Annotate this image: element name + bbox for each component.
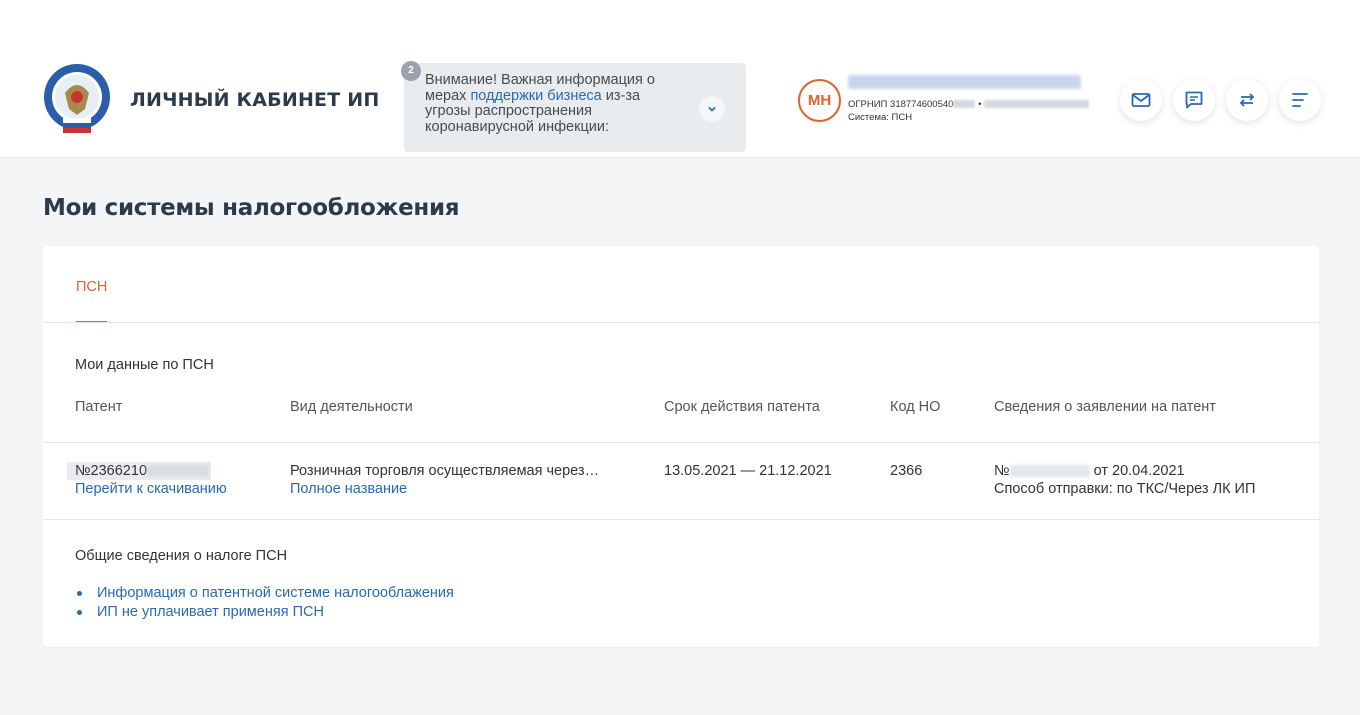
application-prefix: № <box>994 463 1010 479</box>
column-header-activity: Вид деятельности <box>290 399 413 415</box>
period-cell: 13.05.2021 — 21.12.2021 <box>664 463 832 479</box>
activity-cell: Розничная торговля осуществляемая через…… <box>290 462 599 498</box>
list-item[interactable]: Информация о патентной системе налогообл… <box>75 584 454 603</box>
swap-arrows-icon <box>1239 93 1255 107</box>
brand-title: ЛИЧНЫЙ КАБИНЕТ ИП <box>130 89 380 111</box>
user-meta: ОГРНИП 318774600540 • Система: ПСН <box>848 98 1090 124</box>
code-cell: 2366 <box>890 463 923 479</box>
notice-banner[interactable]: Внимание! Важная информация о мерах подд… <box>404 63 746 152</box>
tax-systems-card: ПСН Мои данные по ПСН Патент Вид деятель… <box>43 246 1319 647</box>
general-section-title: Общие сведения о налоге ПСН <box>75 548 288 564</box>
application-date: от 20.04.2021 <box>1093 463 1185 479</box>
menu-icon <box>1292 93 1308 107</box>
column-header-application: Сведения о заявлении на патент <box>994 399 1216 415</box>
ogrnip-label: ОГРНИП <box>848 99 888 110</box>
avatar[interactable]: МН <box>798 79 841 122</box>
menu-button[interactable] <box>1279 79 1321 121</box>
user-name-redacted <box>848 75 1081 89</box>
column-header-patent: Патент <box>75 399 123 415</box>
table-bottom-divider <box>43 519 1319 520</box>
download-link[interactable]: Перейти к скачиванию <box>67 481 227 497</box>
page-title: Мои системы налогообложения <box>43 195 460 221</box>
system-value: ПСН <box>891 112 913 123</box>
chat-icon <box>1185 91 1203 109</box>
messages-button[interactable] <box>1173 79 1215 121</box>
column-header-period: Срок действия патента <box>664 399 820 415</box>
mail-icon <box>1131 93 1151 107</box>
system-label: Система: <box>848 112 889 123</box>
notice-count-badge: 2 <box>401 61 421 81</box>
mail-button[interactable] <box>1120 79 1162 121</box>
notice-link[interactable]: поддержки бизнеса <box>470 88 601 104</box>
activity-name: Розничная торговля осуществляемая через… <box>290 463 600 479</box>
list-item[interactable]: ИП не уплачивает применяя ПСН <box>75 603 454 622</box>
chevron-down-icon[interactable] <box>699 96 725 122</box>
application-cell: № от 20.04.2021 Способ отправки: по ТКС/… <box>994 462 1255 498</box>
patent-number: №2366210 <box>67 462 212 480</box>
ogrnip-value: 318774600540 <box>890 99 954 110</box>
tab-psn[interactable]: ПСН <box>76 279 107 295</box>
header: ЛИЧНЫЙ КАБИНЕТ ИП Внимание! Важная инфор… <box>0 0 1360 158</box>
send-method: Способ отправки: по ТКС/Через ЛК ИП <box>994 481 1256 497</box>
fns-logo[interactable] <box>43 63 111 135</box>
switch-button[interactable] <box>1226 79 1268 121</box>
general-links-list: Информация о патентной системе налогообл… <box>75 584 454 622</box>
table-row: №2366210 Перейти к скачиванию <box>67 462 227 498</box>
full-name-link[interactable]: Полное название <box>290 481 407 497</box>
psn-section-title: Мои данные по ПСН <box>75 357 214 373</box>
column-header-code: Код НО <box>890 399 941 415</box>
tabs-divider <box>43 322 1319 323</box>
table-header-divider <box>43 442 1319 443</box>
